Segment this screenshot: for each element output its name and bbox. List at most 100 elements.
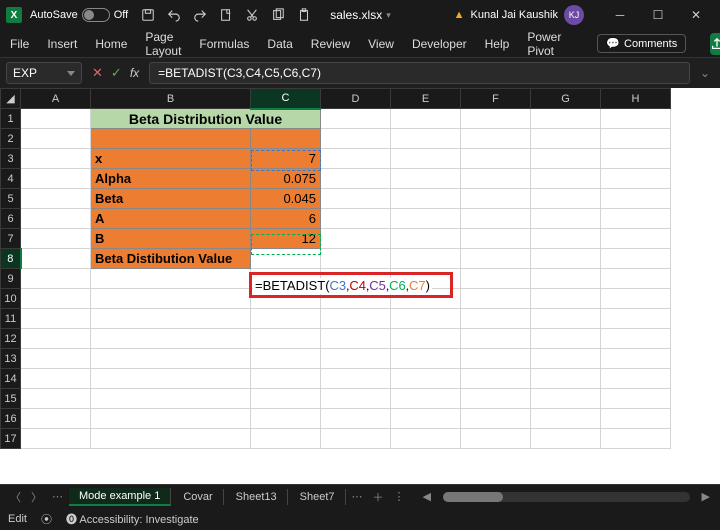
select-all-corner[interactable]: ◢ [1, 89, 21, 109]
col-header-a[interactable]: A [21, 89, 91, 109]
tab-power-pivot[interactable]: Power Pivot [527, 30, 561, 58]
row-header-1[interactable]: 1 [1, 109, 21, 129]
row-header-11[interactable]: 11 [1, 309, 21, 329]
cell-b8[interactable]: Beta Distibution Value [91, 249, 251, 269]
tab-page-layout[interactable]: Page Layout [145, 30, 181, 58]
col-header-b[interactable]: B [91, 89, 251, 109]
row-header-5[interactable]: 5 [1, 189, 21, 209]
row-header-8[interactable]: 8 [1, 249, 21, 269]
cell-c8[interactable] [251, 249, 321, 269]
new-sheet-button[interactable]: ＋ [369, 489, 388, 505]
cell-c4[interactable]: 0.075 [251, 169, 321, 189]
autosave-label: AutoSave [30, 9, 78, 21]
minimize-button[interactable]: ─ [602, 2, 638, 28]
row-header-6[interactable]: 6 [1, 209, 21, 229]
fx-icon[interactable]: fx [130, 66, 139, 80]
row-header-7[interactable]: 7 [1, 229, 21, 249]
quick-access-toolbar [140, 7, 312, 23]
row-header-12[interactable]: 12 [1, 329, 21, 349]
filename: sales.xlsx [330, 8, 382, 22]
tab-data[interactable]: Data [267, 37, 292, 51]
row-header-4[interactable]: 4 [1, 169, 21, 189]
row-header-17[interactable]: 17 [1, 429, 21, 449]
cell-c5[interactable]: 0.045 [251, 189, 321, 209]
copy-icon[interactable] [270, 7, 286, 23]
cut-icon[interactable] [244, 7, 260, 23]
tab-home[interactable]: Home [95, 37, 127, 51]
cell-b5[interactable]: Beta [91, 189, 251, 209]
row-header-9[interactable]: 9 [1, 269, 21, 289]
ribbon: File Insert Home Page Layout Formulas Da… [0, 30, 720, 58]
toggle-icon[interactable] [82, 8, 110, 22]
tab-review[interactable]: Review [311, 37, 350, 51]
cell-b7[interactable]: B [91, 229, 251, 249]
cell-b6[interactable]: A [91, 209, 251, 229]
scroll-right-icon[interactable]: ▶ [698, 490, 714, 503]
cell-c3[interactable]: 7 [251, 149, 321, 169]
tab-file[interactable]: File [10, 37, 29, 51]
cell-b4[interactable]: Alpha [91, 169, 251, 189]
cell-c6[interactable]: 6 [251, 209, 321, 229]
name-box[interactable]: EXP [6, 62, 82, 84]
sheet-nav-more[interactable]: ⋯ [48, 490, 67, 503]
sheet-tab-3[interactable]: Sheet7 [290, 489, 346, 505]
tab-formulas[interactable]: Formulas [199, 37, 249, 51]
tab-insert[interactable]: Insert [47, 37, 77, 51]
row-header-14[interactable]: 14 [1, 369, 21, 389]
accessibility-status[interactable]: ⓿ Accessibility: Investigate [66, 511, 199, 527]
cancel-formula-icon[interactable]: ✕ [92, 65, 103, 81]
col-header-h[interactable]: H [601, 89, 671, 109]
column-headers: ◢ A B C D E F G H [1, 89, 671, 109]
autosave-toggle[interactable]: AutoSave Off [30, 8, 128, 22]
title-bar: X AutoSave Off sales.xlsx ▾ ▲ Kunal Jai … [0, 0, 720, 30]
chevron-down-icon: ▾ [386, 10, 391, 21]
status-mode: Edit [8, 513, 27, 525]
comments-button[interactable]: 💬 Comments [597, 34, 686, 53]
sheet-tab-1[interactable]: Covar [173, 489, 223, 505]
formula-input[interactable]: =BETADIST(C3,C4,C5,C6,C7) [149, 62, 690, 84]
col-header-f[interactable]: F [461, 89, 531, 109]
save-icon[interactable] [140, 7, 156, 23]
undo-icon[interactable] [166, 7, 182, 23]
share-button[interactable] [710, 33, 720, 55]
cell-c7[interactable]: 12 [251, 229, 321, 249]
comment-icon: 💬 [606, 37, 620, 50]
scroll-thumb[interactable] [443, 492, 503, 502]
sheet-tab-0[interactable]: Mode example 1 [69, 488, 171, 506]
tab-developer[interactable]: Developer [412, 37, 467, 51]
close-button[interactable]: ✕ [678, 2, 714, 28]
autosave-state: Off [114, 9, 128, 21]
col-header-c[interactable]: C [251, 89, 321, 109]
paste-icon[interactable] [296, 7, 312, 23]
sheet-tab-2[interactable]: Sheet13 [226, 489, 288, 505]
sheet-nav-next[interactable]: 〉 [27, 489, 46, 505]
col-header-d[interactable]: D [321, 89, 391, 109]
redo-icon[interactable] [192, 7, 208, 23]
accept-formula-icon[interactable]: ✓ [111, 65, 122, 81]
horizontal-scrollbar[interactable]: ◀ ▶ [419, 490, 714, 503]
cell-b3[interactable]: x [91, 149, 251, 169]
sheet-nav-prev[interactable]: 〈 [6, 489, 25, 505]
new-icon[interactable] [218, 7, 234, 23]
cell-header[interactable]: Beta Distribution Value [91, 109, 321, 129]
col-header-e[interactable]: E [391, 89, 461, 109]
tab-view[interactable]: View [368, 37, 394, 51]
tab-help[interactable]: Help [485, 37, 510, 51]
row-header-16[interactable]: 16 [1, 409, 21, 429]
row-header-3[interactable]: 3 [1, 149, 21, 169]
user-account[interactable]: ▲ Kunal Jai Kaushik KJ [454, 5, 584, 25]
col-header-g[interactable]: G [531, 89, 601, 109]
excel-logo-icon: X [6, 7, 22, 23]
scroll-left-icon[interactable]: ◀ [419, 490, 435, 503]
row-header-2[interactable]: 2 [1, 129, 21, 149]
worksheet-grid[interactable]: ◢ A B C D E F G H 1 Beta Distribution Val… [0, 88, 720, 484]
row-header-15[interactable]: 15 [1, 389, 21, 409]
maximize-button[interactable]: ☐ [640, 2, 676, 28]
file-title[interactable]: sales.xlsx ▾ [330, 8, 391, 22]
row-header-10[interactable]: 10 [1, 289, 21, 309]
row-header-13[interactable]: 13 [1, 349, 21, 369]
sheet-options[interactable]: ⋮ [390, 490, 409, 503]
expand-formula-icon[interactable]: ⌄ [696, 66, 714, 80]
sheet-overflow[interactable]: ⋯ [348, 490, 367, 503]
macro-record-icon[interactable]: ⦿ [41, 511, 52, 527]
